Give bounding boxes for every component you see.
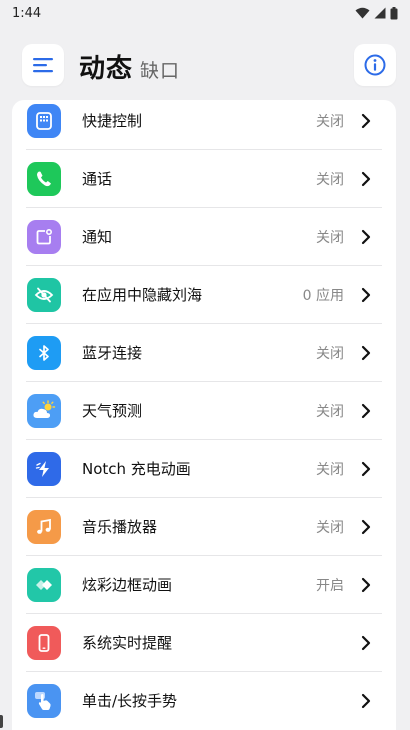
charging-icon xyxy=(27,452,61,486)
chevron-right-icon xyxy=(361,519,371,535)
list-item-value: 关闭 xyxy=(316,172,344,188)
status-bar: 1:44 xyxy=(0,0,410,26)
info-button[interactable] xyxy=(354,44,396,86)
list-item-bluetooth[interactable]: 蓝牙连接 关闭 xyxy=(12,324,396,382)
list-item-label: 快捷控制 xyxy=(82,112,143,130)
list-item-value: 关闭 xyxy=(316,114,344,130)
list-item-label: 蓝牙连接 xyxy=(82,344,143,362)
list-item-value: 0 应用 xyxy=(302,288,344,304)
menu-icon xyxy=(33,58,53,73)
eye-hidden-icon xyxy=(27,278,61,312)
chevron-right-icon xyxy=(361,693,371,709)
wifi-icon xyxy=(355,7,370,19)
status-time: 1:44 xyxy=(12,5,42,21)
list-item-hide-notch[interactable]: 在应用中隐藏刘海 0 应用 xyxy=(12,266,396,324)
list-item-value: 关闭 xyxy=(316,404,344,420)
edge-indicator xyxy=(0,715,3,728)
chevron-right-icon xyxy=(361,577,371,593)
chevron-right-icon xyxy=(361,461,371,477)
chevron-right-icon xyxy=(361,229,371,245)
list-item-label: 炫彩边框动画 xyxy=(82,576,173,594)
list-item-call[interactable]: 通话 关闭 xyxy=(12,150,396,208)
settings-list: 快捷控制 关闭 通话 关闭 通知 关闭 在应用中隐藏刘海 0 应用 蓝牙连接 关… xyxy=(12,100,396,730)
quick-control-icon xyxy=(27,104,61,138)
header: 动态 缺口 xyxy=(0,44,410,88)
list-item-music-player[interactable]: 音乐播放器 关闭 xyxy=(12,498,396,556)
info-icon xyxy=(364,54,386,76)
border-animation-icon xyxy=(27,568,61,602)
list-item-quick-control[interactable]: 快捷控制 关闭 xyxy=(12,100,396,150)
list-item-label: 天气预测 xyxy=(82,402,143,420)
list-item-weather[interactable]: 天气预测 关闭 xyxy=(12,382,396,440)
list-item-value: 关闭 xyxy=(316,230,344,246)
list-item-label: 系统实时提醒 xyxy=(82,634,173,652)
phone-alert-icon xyxy=(27,626,61,660)
menu-button[interactable] xyxy=(22,44,64,86)
list-item-notification[interactable]: 通知 关闭 xyxy=(12,208,396,266)
chevron-right-icon xyxy=(361,113,371,129)
status-icons xyxy=(355,6,398,20)
chevron-right-icon xyxy=(361,171,371,187)
gesture-icon xyxy=(27,684,61,718)
list-item-label: 在应用中隐藏刘海 xyxy=(82,286,203,304)
list-item-value: 关闭 xyxy=(316,346,344,362)
phone-icon xyxy=(27,162,61,196)
bluetooth-icon xyxy=(27,336,61,370)
music-icon xyxy=(27,510,61,544)
list-item-value: 关闭 xyxy=(316,462,344,478)
battery-icon xyxy=(390,6,398,19)
signal-icon xyxy=(374,7,386,19)
notification-icon xyxy=(27,220,61,254)
list-item-value: 关闭 xyxy=(316,520,344,536)
list-item-border-animation[interactable]: 炫彩边框动画 开启 xyxy=(12,556,396,614)
list-item-charging-animation[interactable]: Notch 充电动画 关闭 xyxy=(12,440,396,498)
list-item-label: 单击/长按手势 xyxy=(82,692,178,710)
chevron-right-icon xyxy=(361,345,371,361)
list-item-value: 开启 xyxy=(316,578,344,594)
chevron-right-icon xyxy=(361,403,371,419)
page-subtitle: 缺口 xyxy=(140,60,181,82)
list-item-label: 音乐播放器 xyxy=(82,518,158,536)
list-item-label: 通知 xyxy=(82,228,113,246)
weather-icon xyxy=(27,394,61,428)
list-item-label: 通话 xyxy=(82,170,113,188)
list-item-label: Notch 充电动画 xyxy=(82,460,191,478)
page-title: 动态 xyxy=(79,54,134,84)
list-item-system-alert[interactable]: 系统实时提醒 xyxy=(12,614,396,672)
list-item-gesture[interactable]: 单击/长按手势 xyxy=(12,672,396,730)
chevron-right-icon xyxy=(361,635,371,651)
chevron-right-icon xyxy=(361,287,371,303)
